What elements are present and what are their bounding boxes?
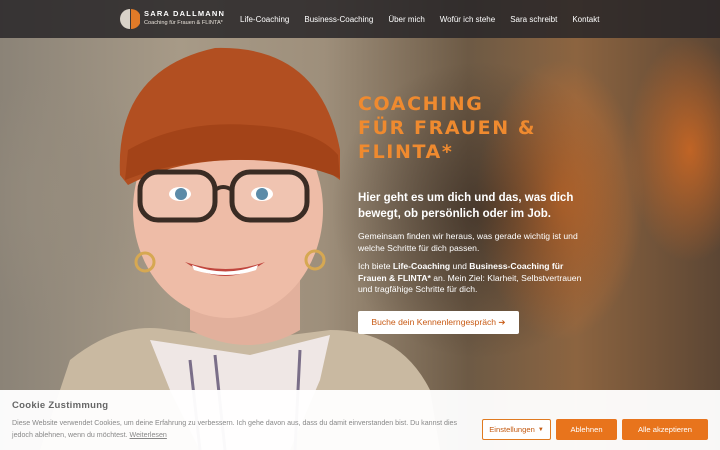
portrait-photo [40,47,440,450]
cookie-decline-button[interactable]: Ablehnen [556,419,617,440]
cookie-settings-button[interactable]: Einstellungen ▼ [482,419,551,440]
headline-line-2: FÜR FRAUEN & [358,117,537,139]
caret-down-icon: ▼ [537,426,544,433]
hero-paragraph-1: Gemeinsam finden wir heraus, was gerade … [358,231,578,253]
nav-item-wofuer-ich-stehe[interactable]: Wofür ich stehe [440,15,495,24]
top-navigation-bar: SARA DALLMANN Coaching für Frauen & FLIN… [0,0,720,38]
brand-tagline: Coaching für Frauen & FLINTA* [144,20,223,26]
headline-line-3: FLINTA* [358,141,454,163]
cookie-accept-all-button[interactable]: Alle akzeptieren [622,419,708,440]
para2-life-coaching: Life-Coaching [392,261,451,271]
cookie-message: Diese Website verwendet Cookies, um dein… [12,419,458,439]
cookie-text: Diese Website verwendet Cookies, um dein… [12,417,472,441]
half-circle-logo-icon [120,9,140,29]
hero-paragraph-2: Ich biete Life-Coaching und Business-Coa… [358,261,588,296]
nav-item-business-coaching[interactable]: Business-Coaching [304,15,373,24]
nav-item-sara-schreibt[interactable]: Sara schreibt [510,15,557,24]
site-logo[interactable]: SARA DALLMANN Coaching für Frauen & FLIN… [120,6,240,32]
hero-subhead: Hier geht es um dich und das, was dich b… [358,192,574,220]
cookie-settings-label: Einstellungen [489,425,535,434]
nav-item-life-coaching[interactable]: Life-Coaching [240,15,289,24]
nav-item-kontakt[interactable]: Kontakt [572,15,599,24]
headline-line-1: COACHING [358,93,484,115]
para2-text-mid: und [450,261,470,271]
nav-item-ueber-mich[interactable]: Über mich [388,15,424,24]
para2-text-start: Ich biete [358,261,393,271]
cookie-title: Cookie Zustimmung [12,400,109,411]
book-intro-call-button[interactable]: Buche dein Kennenlerngespräch ➔ [358,311,519,334]
main-nav: Life-Coaching Business-Coaching Über mic… [240,0,614,38]
hero-headline: COACHING FÜR FRAUEN & FLINTA* [358,92,588,164]
brand-name: SARA DALLMANN [144,9,226,18]
cookie-read-more-link[interactable]: Weiterlesen [130,431,167,439]
